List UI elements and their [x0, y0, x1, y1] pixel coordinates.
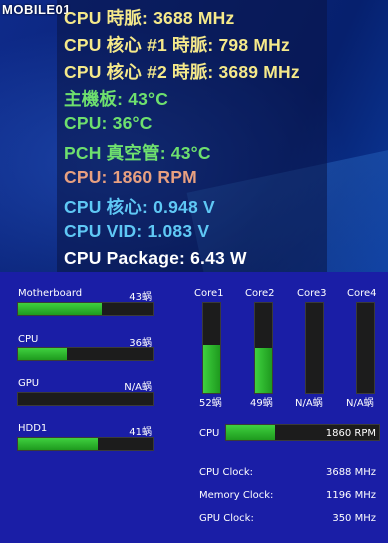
system-monitor-widget: Motherboard 43蜗 CPU 36蜗 GPU N/A蜗 HDD1 41… [0, 272, 388, 543]
core-label: Core3 [297, 288, 327, 299]
osd-cpu-vid: CPU VID: 1.083 V [64, 221, 210, 241]
osd-overlay: MOBILE01 CPU 時脈: 3688 MHz CPU 核心 #1 時脈: … [0, 0, 388, 272]
clock-value: 3688 MHz [325, 467, 376, 478]
clock-value: 1196 MHz [325, 490, 376, 501]
core-label: Core2 [245, 288, 275, 299]
clock-label: Memory Clock: [199, 490, 274, 501]
temp-label: GPU [18, 378, 40, 389]
temp-value: 43蜗 [129, 292, 152, 303]
osd-cpu-fan: CPU: 1860 RPM [64, 167, 197, 187]
temp-bar-fill [18, 348, 67, 360]
temp-bar-fill [18, 438, 98, 450]
osd-pch-temp: PCH 真空管: 43°C [64, 143, 211, 163]
clock-label: CPU Clock: [199, 467, 254, 478]
core-bar [356, 302, 375, 394]
core-bar [305, 302, 324, 394]
fan-label: CPU [199, 428, 220, 439]
fan-value: 1860 RPM [325, 428, 376, 439]
temp-bar-fill [18, 303, 102, 315]
core-temp-value: N/A蜗 [346, 398, 374, 409]
temp-label: Motherboard [18, 288, 83, 299]
core-bar-fill [255, 348, 272, 393]
temp-value: 41蜗 [129, 427, 152, 438]
osd-cpu-temp: CPU: 36°C [64, 113, 153, 133]
clock-label: GPU Clock: [199, 513, 254, 524]
fan-bar-fill [226, 425, 275, 440]
core-temp-value: 49蜗 [250, 398, 273, 409]
temp-bar [17, 302, 154, 316]
core-bar [202, 302, 221, 394]
core-label: Core4 [347, 288, 377, 299]
osd-core1-clock: CPU 核心 #1 時脈: 798 MHz [64, 35, 290, 55]
core-label: Core1 [194, 288, 224, 299]
temp-value: N/A蜗 [124, 382, 152, 393]
osd-cpu-package-power: CPU Package: 6.43 W [64, 248, 247, 268]
core-temp-value: 52蜗 [199, 398, 222, 409]
osd-cpu-clock: CPU 時脈: 3688 MHz [64, 8, 235, 28]
temp-bar [17, 347, 154, 361]
clock-value: 350 MHz [332, 513, 376, 524]
osd-motherboard-temp: 主機板: 43°C [64, 89, 169, 109]
temp-bar [17, 437, 154, 451]
core-temp-value: N/A蜗 [295, 398, 323, 409]
temp-bar [17, 392, 154, 406]
temp-label: CPU [18, 334, 39, 345]
temp-label: HDD1 [18, 423, 48, 434]
core-bar [254, 302, 273, 394]
watermark-logo: MOBILE01 [2, 2, 72, 17]
osd-cpu-core-voltage: CPU 核心: 0.948 V [64, 197, 215, 217]
core-bar-fill [203, 345, 220, 393]
osd-core2-clock: CPU 核心 #2 時脈: 3689 MHz [64, 62, 300, 82]
